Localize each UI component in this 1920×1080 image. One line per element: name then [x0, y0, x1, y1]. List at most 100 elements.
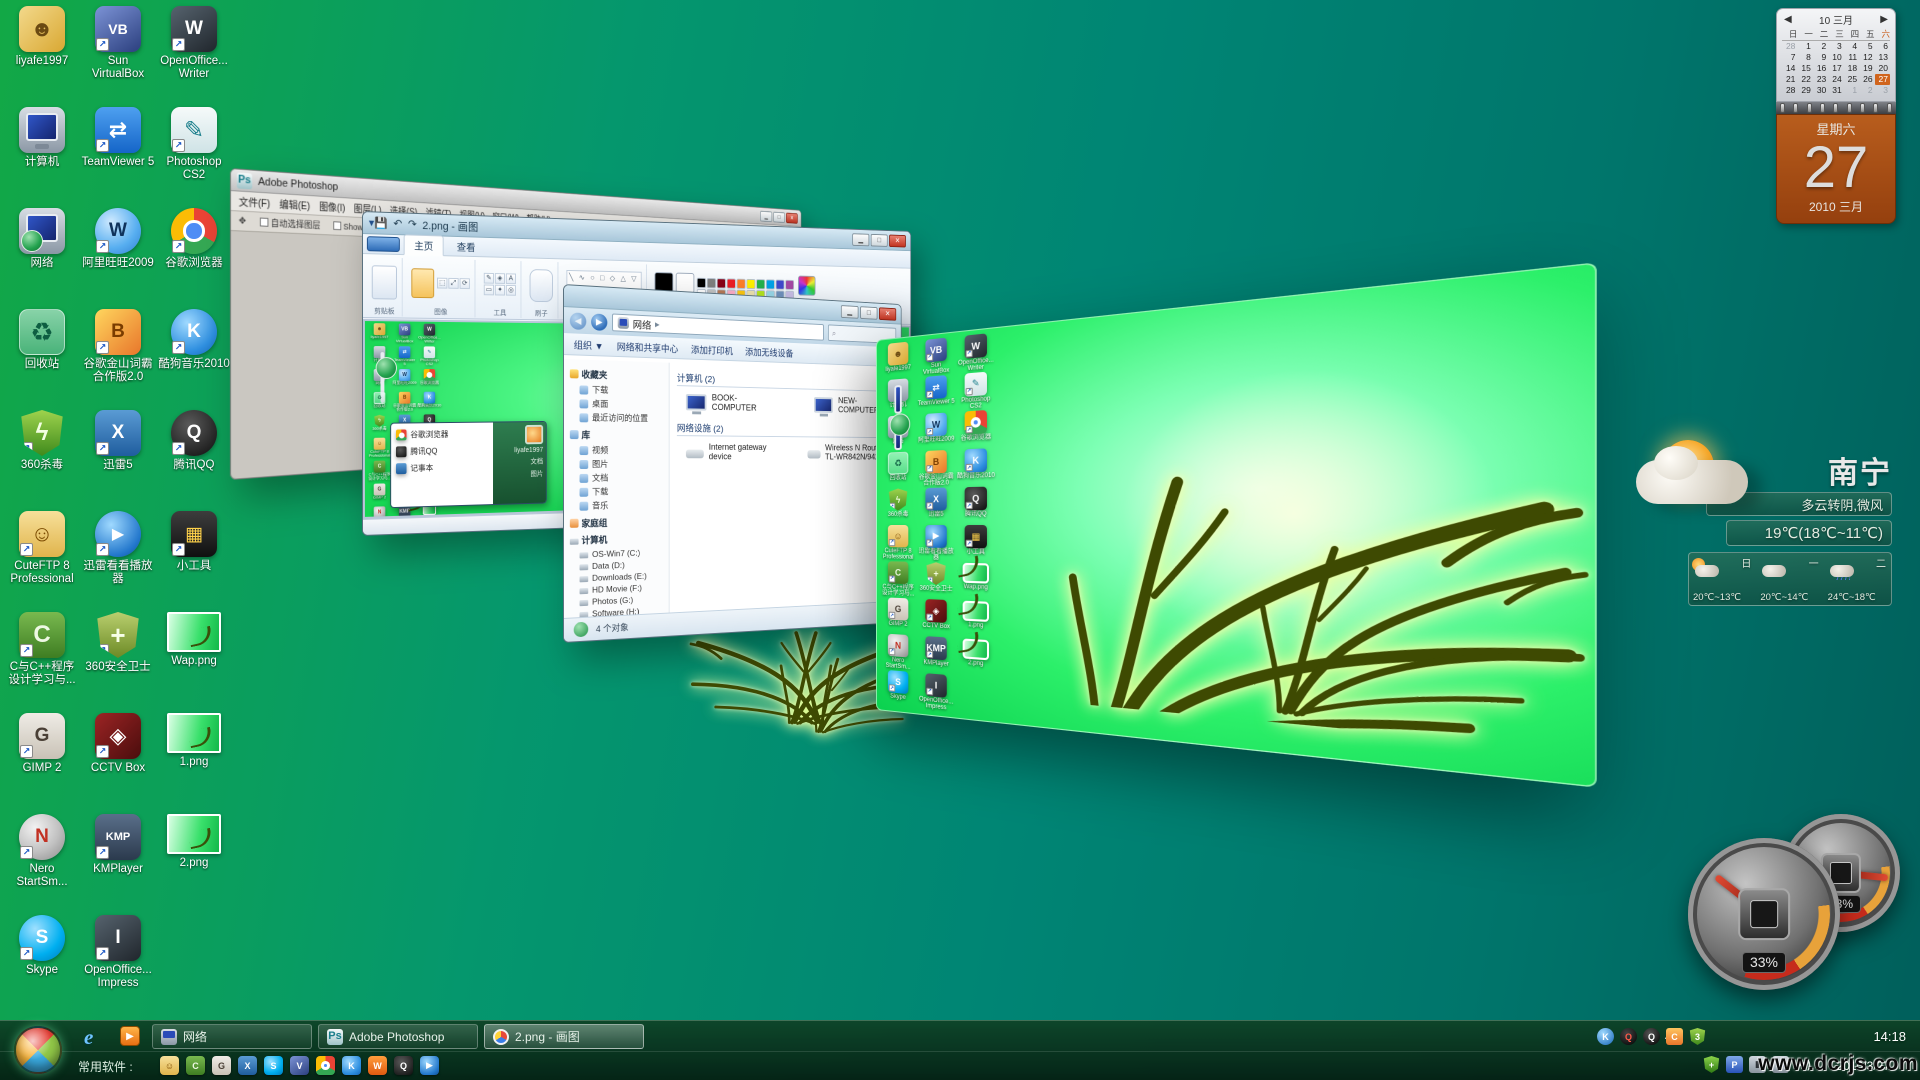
quicklaunch-icon[interactable]: ▶ — [420, 1056, 439, 1075]
calendar-day[interactable]: 19 — [1859, 63, 1874, 74]
calendar-day[interactable]: 23 — [1813, 74, 1828, 85]
forward-button[interactable]: ▶ — [591, 313, 607, 331]
pane-desktop-icon[interactable]: ⇄↗ TeamViewer 5 — [917, 374, 956, 414]
sidebar-item[interactable]: 图片 — [570, 457, 669, 471]
maximize-button[interactable]: □ — [860, 306, 877, 320]
quicklaunch-icon[interactable]: ☺ — [160, 1056, 179, 1075]
calendar-day[interactable]: 24 — [1828, 74, 1843, 85]
pane-desktop-icon[interactable]: ☺↗ CuteFTP 8 Professional — [880, 525, 917, 562]
pane-desktop-icon[interactable]: ◈↗ CCTV Box — [917, 599, 956, 638]
quicklaunch-icon[interactable]: G — [212, 1056, 231, 1075]
calendar-day[interactable]: 1 — [1797, 41, 1812, 52]
desktop-icon[interactable]: ↗ 网络 — [4, 208, 80, 309]
pane-desktop-icon[interactable]: ϟ↗ 360杀毒 — [880, 488, 917, 525]
taskbar-button[interactable]: 2.png - 画图 — [484, 1024, 644, 1049]
palette-color[interactable] — [717, 278, 726, 288]
desktop-icon[interactable]: ◈↗ CCTV Box — [80, 713, 156, 814]
menu-item[interactable]: 图像(I) — [319, 199, 345, 215]
quicklaunch-icon[interactable]: W — [368, 1056, 387, 1075]
pencil-icon[interactable]: ✎ — [484, 273, 494, 284]
fill-icon[interactable]: ◈ — [495, 273, 505, 284]
pane-desktop-icon[interactable]: W↗ 阿里旺旺2009 — [917, 412, 956, 451]
pane-desktop-icon[interactable]: C↗ C与C++程序设计学习与... — [880, 561, 917, 599]
crop-icon[interactable]: ⬚ — [437, 278, 447, 289]
tab-home[interactable]: 主页 — [404, 234, 444, 256]
calendar-day[interactable]: 21 — [1782, 74, 1797, 85]
palette-color[interactable] — [756, 279, 765, 289]
calendar-day[interactable]: 29 — [1797, 85, 1812, 96]
close-button[interactable]: ✕ — [879, 307, 896, 320]
desktop-icon[interactable]: ↗ Wap.png — [156, 612, 232, 713]
pane-desktop-icon[interactable]: ♻↗ 回收站 — [880, 451, 917, 489]
group-header-computers[interactable]: 计算机 (2) — [677, 371, 895, 392]
device-item[interactable]: Internet gateway device — [686, 442, 771, 461]
calendar-day[interactable]: 8 — [1797, 52, 1812, 63]
tray-icon[interactable]: Q — [1643, 1028, 1660, 1045]
quicklaunch-icon[interactable]: C — [186, 1056, 205, 1075]
calendar-day[interactable]: 27 — [1875, 74, 1890, 85]
minimize-button[interactable]: ▁ — [841, 305, 859, 319]
sidebar-item[interactable]: 文档 — [570, 471, 669, 485]
text-icon[interactable]: A — [506, 273, 516, 284]
picker-icon[interactable]: ✦ — [495, 285, 505, 296]
paste-button[interactable] — [372, 265, 397, 299]
maximize-button[interactable]: □ — [773, 211, 785, 222]
resize-icon[interactable]: ⤢ — [448, 278, 458, 289]
sidebar-item[interactable]: 视频 — [570, 443, 669, 457]
taskbar-button[interactable]: 网络 — [152, 1024, 312, 1049]
calendar-day[interactable]: 25 — [1844, 74, 1859, 85]
desktop-icon[interactable]: ♻↗ 回收站 — [4, 309, 80, 410]
desktop-icon[interactable]: C↗ C与C++程序设计学习与... — [4, 612, 80, 713]
calendar-day[interactable]: 11 — [1844, 52, 1859, 63]
calendar-day[interactable]: 26 — [1859, 74, 1874, 85]
pane-desktop-icon[interactable]: I↗ OpenOffice... Impress — [917, 672, 956, 713]
quicklaunch-icon[interactable]: K — [342, 1056, 361, 1075]
tray-icon[interactable]: Q — [1620, 1028, 1637, 1045]
internet-explorer-icon[interactable]: e — [84, 1025, 108, 1049]
pane-desktop-icon[interactable]: S↗ Skype — [880, 669, 917, 709]
calendar-day[interactable]: 14 — [1782, 63, 1797, 74]
back-button[interactable]: ◀ — [570, 312, 586, 330]
calendar-day[interactable]: 3 — [1828, 41, 1843, 52]
quicklaunch-icon[interactable]: X — [238, 1056, 257, 1075]
paint-menu-button[interactable] — [367, 236, 400, 252]
weather-gadget[interactable]: 南宁 多云转阴,微风 19℃(18℃~11℃) 日 20℃~13℃ 一 20℃~… — [1640, 440, 1900, 620]
desktop-icon[interactable]: W↗ 阿里旺旺2009 — [80, 208, 156, 309]
calendar-day[interactable]: 30 — [1813, 85, 1828, 96]
pane-desktop-icon[interactable]: ↗ 谷歌浏览器 — [956, 409, 997, 449]
desktop-icon[interactable]: ↗ 1.png — [156, 713, 232, 814]
quicklaunch-icon[interactable]: Q — [394, 1056, 413, 1075]
calendar-prev-button[interactable]: ◀ — [1784, 14, 1792, 25]
favorites-header[interactable]: 收藏夹 — [581, 368, 607, 382]
rotate-icon[interactable]: ⟳ — [460, 278, 470, 289]
calendar-day[interactable]: 5 — [1859, 41, 1874, 52]
clock-time[interactable]: 14:18 — [1873, 1029, 1906, 1044]
calendar-day[interactable]: 2 — [1813, 41, 1828, 52]
quicklaunch-icon[interactable] — [316, 1056, 335, 1075]
menu-item[interactable]: 文件(F) — [239, 194, 270, 211]
toolbar-button[interactable]: 网络和共享中心 — [617, 339, 678, 355]
tray-icon[interactable]: K — [1597, 1028, 1614, 1045]
palette-color[interactable] — [766, 279, 775, 289]
tray-icon[interactable]: C — [1666, 1028, 1683, 1045]
palette-color[interactable] — [697, 278, 706, 288]
calendar-day[interactable]: 20 — [1875, 63, 1890, 74]
maximize-button[interactable]: □ — [871, 233, 888, 246]
desktop-icon[interactable]: N↗ Nero StartSm... — [4, 814, 80, 915]
group-header-devices[interactable]: 网络设施 (2) — [677, 421, 895, 438]
desktop-icon[interactable]: ☻↗ liyafe1997 — [4, 6, 80, 107]
desktop-icon[interactable]: VB↗ Sun VirtualBox — [80, 6, 156, 107]
zoom-icon[interactable]: ◎ — [506, 285, 516, 296]
pane-desktop-icon[interactable]: +↗ 360安全卫士 — [917, 562, 956, 600]
flip3d-desktop-pane[interactable]: ☻↗ liyafe1997 VB↗ Sun VirtualBox W↗ Open… — [876, 262, 1597, 787]
cpu-meter-gadget[interactable]: 33% — [1688, 838, 1840, 990]
calendar-day[interactable]: 2 — [1859, 85, 1874, 96]
calendar-day[interactable]: 10 — [1828, 52, 1843, 63]
toolbar-button[interactable]: 添加无线设备 — [745, 344, 793, 359]
pane-desktop-icon[interactable]: B↗ 谷歌金山词霸合作版2.0 — [917, 450, 956, 488]
window-explorer[interactable]: ▁ □ ✕ ◀ ▶ 网络 ▸ ⌕ 组织 ▼网络和共享中心添加打印机添加无线设备 … — [563, 284, 902, 643]
desktop-icon[interactable]: ☺↗ CuteFTP 8 Professional — [4, 511, 80, 612]
taskbar-button[interactable]: Ps Adobe Photoshop — [318, 1024, 478, 1049]
desktop-icon[interactable]: ▦↗ 小工具 — [156, 511, 232, 612]
desktop-icon[interactable]: G↗ GIMP 2 — [4, 713, 80, 814]
